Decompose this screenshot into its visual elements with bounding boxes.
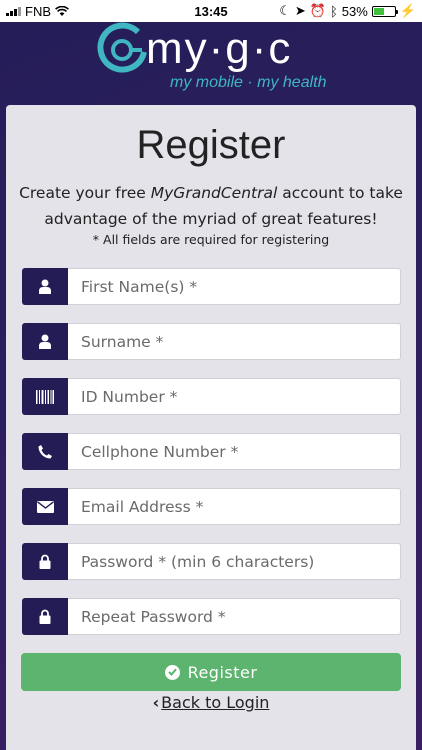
bluetooth-icon: ᛒ	[329, 3, 338, 19]
email-field	[22, 488, 401, 525]
alarm-icon: ⏰	[309, 3, 326, 18]
gc-logo-icon	[97, 22, 147, 73]
wifi-icon	[55, 5, 69, 16]
email-input[interactable]	[68, 488, 401, 525]
chevron-left-icon: ‹	[152, 693, 160, 712]
repeat-password-field	[22, 598, 401, 635]
surname-field	[22, 323, 401, 360]
cellphone-input[interactable]	[68, 433, 401, 470]
register-button-label: Register	[187, 662, 258, 682]
cellphone-field	[22, 433, 401, 470]
check-circle-icon	[164, 664, 180, 680]
back-to-login-link[interactable]: ‹ Back to Login	[0, 693, 422, 712]
register-button[interactable]: Register	[21, 653, 401, 691]
battery-icon	[371, 5, 398, 17]
barcode-icon	[22, 378, 68, 415]
id-number-field	[22, 378, 401, 415]
carrier-label: FNB	[25, 3, 51, 19]
signal-icon	[6, 6, 21, 16]
user-icon	[22, 323, 68, 360]
repeat-password-input[interactable]	[68, 598, 401, 635]
app-logo: my·g·c my mobile · my health	[0, 22, 422, 102]
password-input[interactable]	[68, 543, 401, 580]
user-icon	[22, 268, 68, 305]
status-left: FNB	[6, 4, 69, 19]
intro-brand-name: MyGrandCentral	[150, 184, 278, 202]
back-to-login-label: Back to Login	[161, 693, 270, 712]
moon-icon: ☾	[279, 3, 291, 18]
required-note: * All fields are required for registerin…	[92, 232, 330, 247]
id-number-input[interactable]	[68, 378, 401, 415]
lock-icon	[22, 543, 68, 580]
first-name-field	[22, 268, 401, 305]
intro-text-start: Create your free	[19, 184, 151, 202]
logo-tagline: my mobile · my health	[170, 74, 327, 91]
intro-text: Create your free MyGrandCentral account …	[10, 180, 412, 232]
status-bar: FNB 13:45 ☾ ➤ ⏰ ᛒ 53% ⚡	[0, 0, 422, 22]
first-name-input[interactable]	[68, 268, 401, 305]
envelope-icon	[22, 488, 68, 525]
logo-wordmark: my·g·c	[146, 24, 293, 73]
charging-icon: ⚡	[399, 3, 416, 18]
phone-icon	[22, 433, 68, 470]
surname-input[interactable]	[68, 323, 401, 360]
password-field	[22, 543, 401, 580]
page-title: Register	[136, 123, 286, 167]
lock-icon	[22, 598, 68, 635]
status-right: ☾ ➤ ⏰ ᛒ 53% ⚡	[279, 3, 416, 19]
battery-percent: 53%	[341, 3, 368, 19]
location-icon: ➤	[294, 3, 306, 18]
